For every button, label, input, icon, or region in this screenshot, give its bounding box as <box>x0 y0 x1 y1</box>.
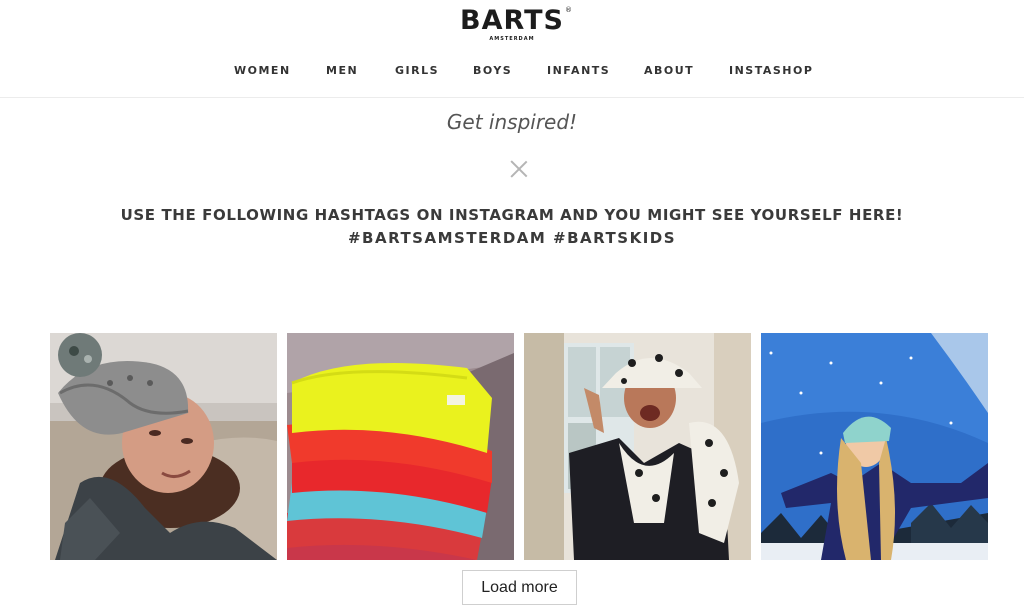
instagram-photo[interactable] <box>761 333 988 560</box>
instagram-photo[interactable] <box>50 333 277 560</box>
hashtag-list: #BARTSAMSTERDAM #BARTSKIDS <box>347 229 677 247</box>
nav-item-infants[interactable]: INFANTS <box>547 64 610 77</box>
photo-snow-beanie <box>761 333 988 560</box>
nav-item-about[interactable]: ABOUT <box>644 64 694 77</box>
nav-item-women[interactable]: WOMEN <box>234 64 291 77</box>
page-subtitle: Get inspired! <box>446 110 578 134</box>
nav-item-boys[interactable]: BOYS <box>473 64 512 77</box>
instagram-photo[interactable] <box>287 333 514 560</box>
hashtag-instructions: USE THE FOLLOWING HASHTAGS ON INSTAGRAM … <box>120 206 904 224</box>
brand-tagline: AMSTERDAM <box>489 36 535 42</box>
registered-mark: ® <box>564 6 573 14</box>
close-icon[interactable] <box>508 158 530 180</box>
brand-name: BARTS <box>460 5 564 36</box>
brand-logo[interactable]: BARTS ® AMSTERDAM <box>0 6 1024 45</box>
photo-beanie-beach <box>50 333 277 560</box>
nav-item-girls[interactable]: GIRLS <box>395 64 439 77</box>
nav-item-instashop[interactable]: INSTASHOP <box>729 64 813 77</box>
nav-item-men[interactable]: MEN <box>326 64 358 77</box>
site-header: BARTS ® AMSTERDAM WOMEN MEN GIRLS BOYS I… <box>0 0 1024 98</box>
instagram-photo[interactable] <box>524 333 751 560</box>
photo-beanie-stack <box>287 333 514 560</box>
photo-dalmatian-hat <box>524 333 751 560</box>
load-more-button[interactable]: Load more <box>462 570 577 605</box>
